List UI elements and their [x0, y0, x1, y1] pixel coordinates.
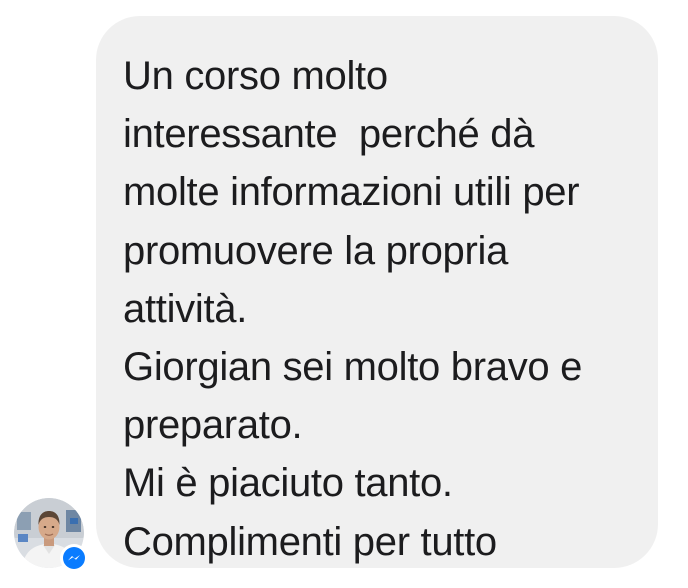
- message-line: promuovere la propria: [123, 228, 509, 273]
- message-line: Complimenti per tutto: [123, 519, 497, 564]
- messenger-badge: [60, 544, 88, 572]
- message-line: interessante perché dà: [123, 112, 535, 157]
- message-line: attività.: [123, 286, 248, 331]
- message-line: Giorgian sei molto bravo e: [123, 345, 583, 390]
- message-line: preparato.: [123, 403, 303, 448]
- messenger-icon: [63, 547, 85, 569]
- message-line: Mi è piaciuto tanto.: [123, 461, 453, 506]
- message-line: Un corso molto: [123, 54, 388, 98]
- sender-avatar-container[interactable]: [14, 498, 88, 572]
- message-line: molte informazioni utili per: [123, 170, 580, 215]
- message-bubble[interactable]: Un corso molto interessante perché dà mo…: [96, 16, 658, 568]
